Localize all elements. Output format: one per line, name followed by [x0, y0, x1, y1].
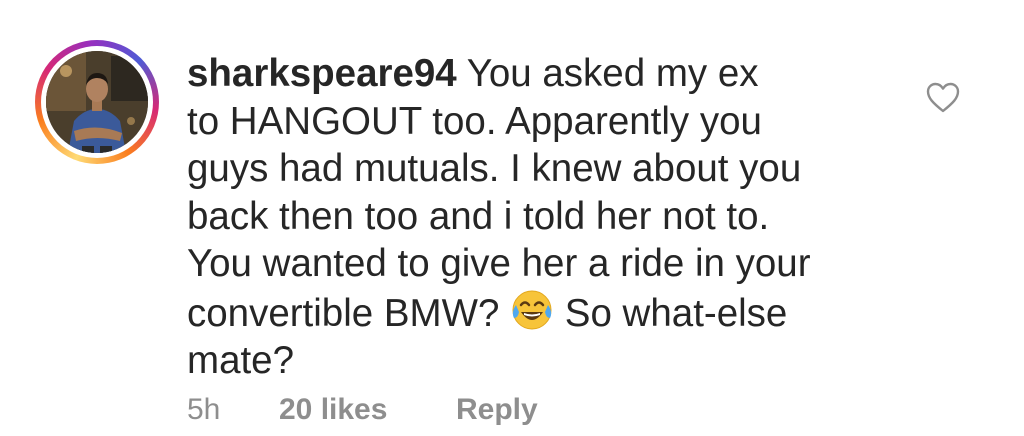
avatar-story-ring[interactable]	[35, 40, 159, 164]
face-with-tears-of-joy-icon	[510, 288, 554, 332]
comment: sharkspeare94 You asked my ex to HANGOUT…	[0, 0, 1024, 436]
comment-likes-count[interactable]: 20 likes	[279, 388, 456, 432]
comment-timestamp: 5h	[187, 393, 221, 426]
avatar-photo	[46, 51, 148, 153]
comment-username[interactable]: sharkspeare94	[187, 52, 457, 95]
comment-text: sharkspeare94 You asked my ex to HANGOUT…	[187, 50, 867, 385]
reply-button[interactable]: Reply	[456, 388, 538, 432]
comment-meta: 5h 20 likes Reply	[187, 388, 538, 432]
heart-outline-icon[interactable]	[925, 80, 961, 116]
avatar[interactable]	[46, 51, 148, 153]
